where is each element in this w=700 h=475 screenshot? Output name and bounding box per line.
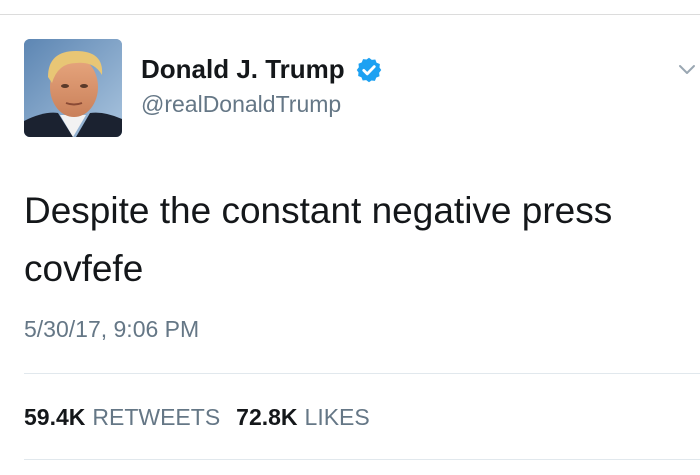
verified-badge-icon	[356, 57, 381, 82]
avatar-image	[24, 39, 122, 137]
tweet-text-line: Despite the constant negative press	[24, 190, 613, 231]
tweet-text-line: covfefe	[24, 248, 144, 289]
top-divider	[0, 14, 700, 15]
retweets-count[interactable]: 59.4K	[24, 404, 85, 431]
retweets-label[interactable]: RETWEETS	[92, 404, 220, 431]
tweet-stats: 59.4K RETWEETS 72.8K LIKES	[24, 404, 386, 431]
user-handle[interactable]: @realDonaldTrump	[141, 91, 341, 118]
likes-label[interactable]: LIKES	[305, 404, 370, 431]
chevron-down-icon[interactable]	[678, 64, 696, 76]
tweet-card: Donald J. Trump @realDonaldTrump Despite…	[0, 0, 700, 475]
divider	[24, 373, 700, 374]
display-name[interactable]: Donald J. Trump	[141, 54, 383, 85]
likes-count[interactable]: 72.8K	[236, 404, 297, 431]
divider	[24, 459, 700, 460]
avatar[interactable]	[24, 39, 122, 137]
tweet-timestamp[interactable]: 5/30/17, 9:06 PM	[24, 316, 199, 343]
tweet-text: Despite the constant negative press covf…	[24, 182, 684, 298]
display-name-text: Donald J. Trump	[141, 54, 345, 84]
